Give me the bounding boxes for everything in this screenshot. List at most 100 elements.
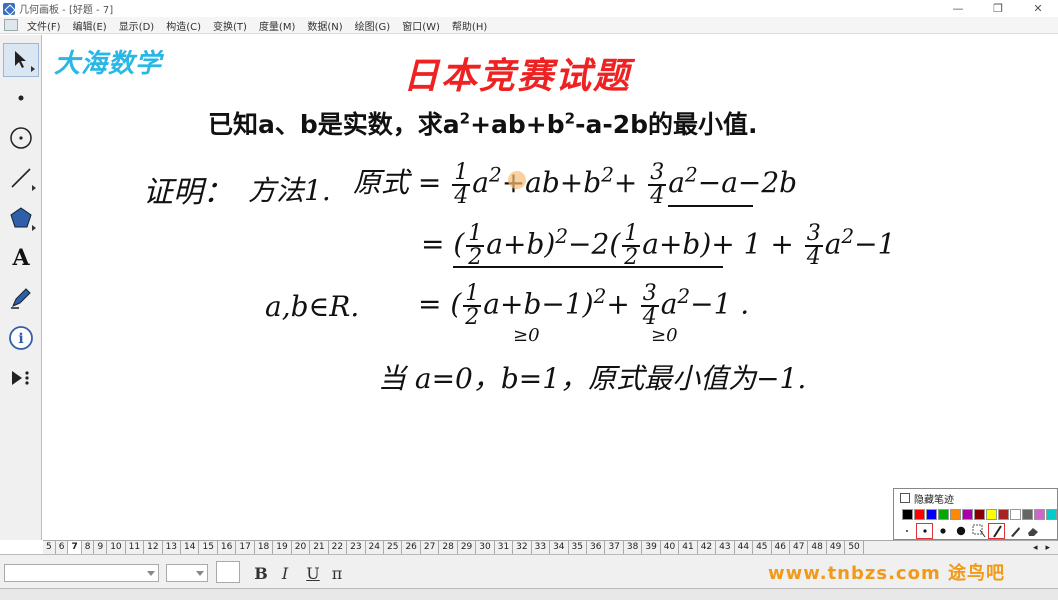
- page-tab-35[interactable]: 35: [569, 541, 587, 554]
- color-swatch[interactable]: [950, 509, 961, 520]
- color-swatch[interactable]: [1046, 509, 1057, 520]
- text-color-button[interactable]: [216, 561, 240, 583]
- page-tab-27[interactable]: 27: [421, 541, 440, 554]
- page-tab-39[interactable]: 39: [642, 541, 661, 554]
- menu-measure[interactable]: 度量(M): [253, 18, 301, 33]
- menu-display[interactable]: 显示(D): [113, 18, 161, 33]
- page-tab-29[interactable]: 29: [458, 541, 477, 554]
- page-tab-45[interactable]: 45: [753, 541, 772, 554]
- large-pen-icon[interactable]: [952, 523, 969, 539]
- page-tab-9[interactable]: 9: [94, 541, 108, 554]
- hide-ink-checkbox[interactable]: [900, 493, 910, 503]
- color-swatch[interactable]: [974, 509, 985, 520]
- page-tab-40[interactable]: 40: [661, 541, 680, 554]
- color-swatch[interactable]: [962, 509, 973, 520]
- minimize-button[interactable]: —: [938, 0, 978, 17]
- close-button[interactable]: ✕: [1018, 0, 1058, 17]
- page-tab-25[interactable]: 25: [384, 541, 403, 554]
- page-tab-10[interactable]: 10: [107, 541, 126, 554]
- page-tab-31[interactable]: 31: [495, 541, 514, 554]
- marker-tool[interactable]: [3, 281, 39, 315]
- information-tool[interactable]: i: [3, 321, 39, 355]
- custom-tool[interactable]: [3, 361, 39, 395]
- tab-prev-icon[interactable]: ◂: [1029, 543, 1042, 553]
- point-tool[interactable]: [3, 81, 39, 115]
- tab-next-icon[interactable]: ▸: [1041, 543, 1054, 553]
- small-pen-icon[interactable]: [916, 523, 933, 539]
- eraser-icon[interactable]: [1024, 523, 1041, 539]
- color-swatch[interactable]: [926, 509, 937, 520]
- page-tab-42[interactable]: 42: [698, 541, 717, 554]
- bold-button[interactable]: B: [250, 562, 272, 584]
- page-tab-11[interactable]: 11: [126, 541, 145, 554]
- color-swatch[interactable]: [1034, 509, 1045, 520]
- italic-button[interactable]: I: [274, 562, 296, 584]
- arrow-tool[interactable]: [3, 43, 39, 77]
- compass-tool[interactable]: [3, 121, 39, 155]
- underline-button[interactable]: U: [302, 562, 324, 584]
- color-swatch[interactable]: [1022, 509, 1033, 520]
- page-tab-43[interactable]: 43: [716, 541, 735, 554]
- page-tab-21[interactable]: 21: [310, 541, 329, 554]
- page-tab-16[interactable]: 16: [218, 541, 237, 554]
- menu-graph[interactable]: 绘图(G): [349, 18, 397, 33]
- page-tab-44[interactable]: 44: [735, 541, 754, 554]
- dotted-selection-icon[interactable]: [970, 523, 987, 539]
- medium-pen-icon[interactable]: [934, 523, 951, 539]
- menu-edit[interactable]: 编辑(E): [67, 18, 113, 33]
- font-size-select[interactable]: [166, 564, 208, 582]
- hide-ink-toggle[interactable]: 隐藏笔迹: [894, 489, 1057, 507]
- color-swatch[interactable]: [938, 509, 949, 520]
- text-tool[interactable]: A: [3, 241, 39, 275]
- page-tab-33[interactable]: 33: [532, 541, 551, 554]
- page-tab-6[interactable]: 6: [56, 541, 69, 554]
- page-tab-46[interactable]: 46: [772, 541, 790, 554]
- page-tab-32[interactable]: 32: [513, 541, 532, 554]
- menu-data[interactable]: 数据(N): [301, 18, 348, 33]
- page-tab-36[interactable]: 36: [587, 541, 606, 554]
- document-icon[interactable]: [4, 19, 18, 31]
- color-swatch[interactable]: [914, 509, 925, 520]
- pen-icon[interactable]: [988, 523, 1005, 539]
- page-tab-26[interactable]: 26: [402, 541, 421, 554]
- menu-window[interactable]: 窗口(W): [396, 18, 446, 33]
- polygon-tool[interactable]: [3, 201, 39, 235]
- brush-icon[interactable]: [1006, 523, 1023, 539]
- sketch-canvas[interactable]: 大海数学 日本竞赛试题 已知a、b是实数，求a2+ab+b2-a-2b的最小值.…: [43, 35, 1058, 540]
- page-tab-15[interactable]: 15: [199, 541, 218, 554]
- page-tab-38[interactable]: 38: [624, 541, 643, 554]
- color-swatch[interactable]: [986, 509, 997, 520]
- page-tab-13[interactable]: 13: [163, 541, 182, 554]
- page-tab-28[interactable]: 28: [439, 541, 458, 554]
- page-tab-49[interactable]: 49: [827, 541, 846, 554]
- page-tab-14[interactable]: 14: [181, 541, 200, 554]
- page-tab-23[interactable]: 23: [347, 541, 366, 554]
- page-tab-18[interactable]: 18: [255, 541, 274, 554]
- menu-file[interactable]: 文件(F): [21, 18, 67, 33]
- page-tab-48[interactable]: 48: [808, 541, 827, 554]
- page-tab-41[interactable]: 41: [679, 541, 698, 554]
- menu-help[interactable]: 帮助(H): [446, 18, 493, 33]
- color-swatch[interactable]: [1010, 509, 1021, 520]
- menu-construct[interactable]: 构造(C): [160, 18, 207, 33]
- page-tab-20[interactable]: 20: [292, 541, 311, 554]
- color-swatch[interactable]: [902, 509, 913, 520]
- page-tab-17[interactable]: 17: [236, 541, 255, 554]
- page-tab-30[interactable]: 30: [476, 541, 495, 554]
- page-tab-19[interactable]: 19: [273, 541, 292, 554]
- dotted-pen-icon[interactable]: [898, 523, 915, 539]
- font-family-select[interactable]: [4, 564, 159, 582]
- symbol-button[interactable]: π: [326, 562, 348, 584]
- line-tool[interactable]: [3, 161, 39, 195]
- page-tab-50[interactable]: 50: [845, 541, 864, 554]
- color-swatch[interactable]: [998, 509, 1009, 520]
- page-tab-47[interactable]: 47: [790, 541, 809, 554]
- page-tab-24[interactable]: 24: [366, 541, 384, 554]
- page-tab-5[interactable]: 5: [43, 541, 56, 554]
- page-tab-37[interactable]: 37: [605, 541, 624, 554]
- page-tab-12[interactable]: 12: [144, 541, 163, 554]
- menu-transform[interactable]: 变换(T): [207, 18, 253, 33]
- restore-button[interactable]: ❐: [978, 0, 1018, 17]
- page-tab-7[interactable]: 7: [68, 541, 82, 554]
- page-tab-8[interactable]: 8: [82, 541, 95, 554]
